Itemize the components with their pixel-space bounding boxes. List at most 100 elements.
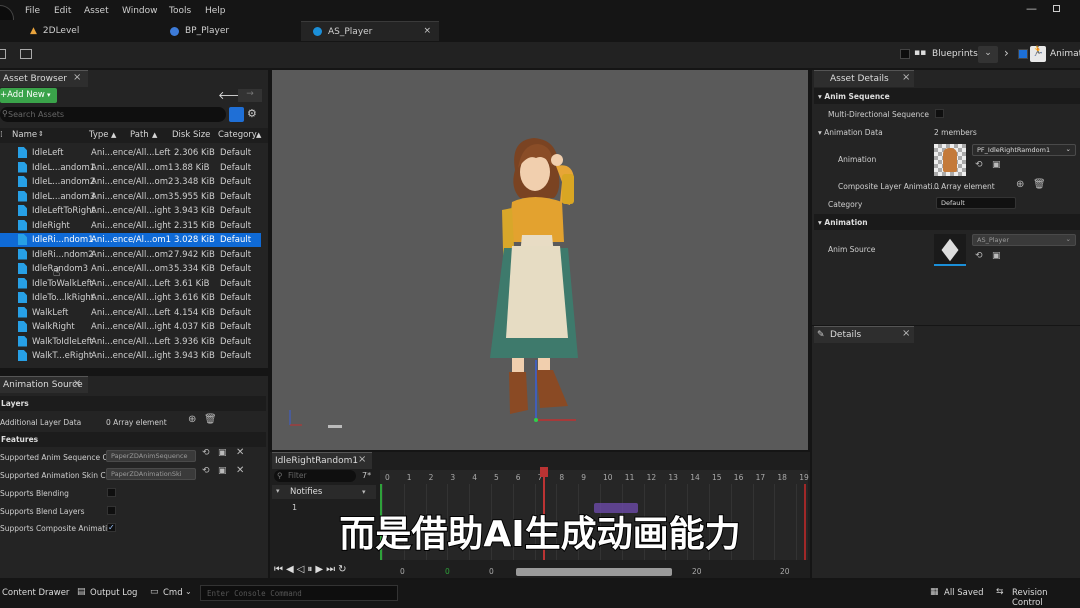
close-panel-icon[interactable]: × xyxy=(358,454,366,465)
range-end[interactable]: 20 xyxy=(780,567,790,576)
asset-row[interactable]: WalkToIdleLeft Ani...ence/All...Left 3.936… xyxy=(0,335,261,349)
features-section[interactable]: Features xyxy=(0,432,266,447)
animation-section[interactable]: ▾ Animation xyxy=(814,214,1080,230)
range-view-end[interactable]: 20 xyxy=(692,567,702,576)
reset-arrow-icon[interactable]: ⟲ xyxy=(202,466,210,476)
asset-row[interactable]: IdleL...andom1 Ani...ence/All...om1 3.88 K… xyxy=(0,161,261,175)
trash-icon[interactable]: 🗑 xyxy=(204,414,217,425)
minimize-icon[interactable]: — xyxy=(1026,2,1037,15)
asset-row[interactable]: IdleLeft Ani...ence/All...Left 2.306 KiB De… xyxy=(0,146,261,160)
all-saved-label[interactable]: All Saved xyxy=(944,588,984,598)
menu-window[interactable]: Window xyxy=(122,6,158,16)
animation-select[interactable]: PF_IdleRightRamdom1 ⌄ xyxy=(972,144,1076,156)
tab-2dlevel[interactable]: ▲ 2DLevel xyxy=(18,21,158,41)
asset-row[interactable]: WalkT...eRight Ani...ence/All...ight 3.943… xyxy=(0,349,261,363)
anim-seq-class-select[interactable]: PaperZDAnimSequence xyxy=(106,450,196,462)
close-panel-icon[interactable]: × xyxy=(902,328,910,339)
menu-edit[interactable]: Edit xyxy=(54,6,71,16)
range-start[interactable]: 0 xyxy=(400,567,405,576)
asset-row[interactable]: IdleL...andom2 Ani...ence/All...om2 3.348 … xyxy=(0,175,261,189)
asset-row[interactable]: IdleL...andom3 Ani...ence/All...om3 5.955 … xyxy=(0,190,261,204)
tab-as-player[interactable]: AS_Player × xyxy=(301,21,439,41)
anim-skin-class-select[interactable]: PaperZDAnimationSki xyxy=(106,468,196,480)
timeline-tab[interactable]: IdleRightRandom1 xyxy=(272,452,372,469)
close-panel-icon[interactable]: × xyxy=(73,72,81,83)
browse-folder-icon[interactable]: ▣ xyxy=(218,466,227,476)
skip-to-end-icon[interactable]: ⏭ xyxy=(326,564,338,575)
folder-filter-icon[interactable] xyxy=(229,107,244,122)
play-reverse-icon[interactable]: ◁ xyxy=(297,564,308,575)
skip-to-start-icon[interactable]: ⏮ xyxy=(274,564,286,575)
range-view-start[interactable]: 0 xyxy=(489,567,494,576)
running-person-icon[interactable]: 🏃 xyxy=(1030,46,1046,62)
console-command-input[interactable]: Enter Console Command xyxy=(200,585,398,601)
menu-tools[interactable]: Tools xyxy=(169,6,191,16)
forward-arrow-icon[interactable]: → xyxy=(238,89,262,102)
play-icon[interactable]: ▶ xyxy=(315,564,326,575)
asset-row[interactable]: IdleRight Ani...ence/All...ight 2.315 KiB D… xyxy=(0,219,261,233)
maximize-icon[interactable] xyxy=(1053,5,1060,12)
search-input[interactable]: ⚲ Search Assets xyxy=(0,107,226,122)
revision-control-button[interactable]: Revision Control xyxy=(1012,588,1080,608)
reset-arrow-icon[interactable]: ⟲ xyxy=(975,160,983,170)
close-tab-icon[interactable]: × xyxy=(423,26,431,36)
menu-asset[interactable]: Asset xyxy=(84,6,109,16)
asset-row[interactable]: IdleRandom3 Ani...ence/All...om3 5.334 KiB… xyxy=(0,262,261,276)
trash-icon[interactable]: 🗑 xyxy=(1033,179,1046,190)
close-panel-icon[interactable]: × xyxy=(73,378,81,389)
asset-row[interactable]: IdleTo...lkRight Ani...ence/All...ight 3.6… xyxy=(0,291,261,305)
blueprints-label[interactable]: Blueprints xyxy=(932,49,978,59)
notifies-track-header[interactable]: ▾ Notifies ▾ xyxy=(272,485,376,499)
output-log-button[interactable]: Output Log xyxy=(90,588,137,598)
browse-folder-icon[interactable]: ▣ xyxy=(992,160,1001,170)
col-name[interactable]: Name xyxy=(12,130,37,140)
browse-icon[interactable] xyxy=(20,49,32,59)
add-element-icon[interactable]: ⊕ xyxy=(188,414,196,425)
asset-row[interactable]: IdleToWalkLeft Ani...ence/All...Left 3.61 … xyxy=(0,277,261,291)
loop-icon[interactable]: ↻ xyxy=(338,564,349,575)
add-element-icon[interactable]: ⊕ xyxy=(1016,179,1024,190)
cmd-button[interactable]: Cmd xyxy=(163,588,183,598)
col-type[interactable]: Type xyxy=(89,130,109,140)
browse-folder-icon[interactable]: ▣ xyxy=(992,251,1001,261)
supports-blending-checkbox[interactable] xyxy=(107,488,116,497)
col-disk-size[interactable]: Disk Size xyxy=(172,130,210,140)
asset-details-tab[interactable]: Asset Details xyxy=(814,70,914,87)
col-category[interactable]: Category xyxy=(218,130,257,140)
anim-source-select[interactable]: AS_Player ⌄ xyxy=(972,234,1076,246)
clear-x-icon[interactable]: ✕ xyxy=(236,447,244,458)
playhead-handle[interactable] xyxy=(540,467,548,477)
reset-arrow-icon[interactable]: ⟲ xyxy=(202,448,210,458)
timeline-scrollbar[interactable] xyxy=(516,568,672,576)
clear-x-icon[interactable]: ✕ xyxy=(236,465,244,476)
layers-section[interactable]: Layers xyxy=(0,396,266,411)
asset-row[interactable]: IdleRi...ndom2 Ani...ence/All...om2 7.942 … xyxy=(0,248,261,262)
add-new-button[interactable]: +Add New ▾ xyxy=(0,88,57,103)
save-icon[interactable] xyxy=(0,49,6,59)
anim-source-thumbnail[interactable] xyxy=(934,234,966,266)
timeline-filter-input[interactable]: ⚲ Filter xyxy=(274,470,356,482)
menu-help[interactable]: Help xyxy=(205,6,226,16)
viewport[interactable] xyxy=(272,70,808,450)
anim-sequence-section[interactable]: ▾ Anim Sequence xyxy=(814,88,1080,104)
animation-mode-label[interactable]: Animati xyxy=(1050,49,1080,59)
multi-directional-checkbox[interactable] xyxy=(935,109,944,118)
tab-bp-player[interactable]: BP_Player xyxy=(158,21,300,41)
asset-row[interactable]: IdleLeftToRight Ani...ence/All...ight 3.94… xyxy=(0,204,261,218)
asset-row[interactable]: WalkLeft Ani...ence/All...Left 4.154 KiB De… xyxy=(0,306,261,320)
browse-folder-icon[interactable]: ▣ xyxy=(218,448,227,458)
blueprints-checkbox[interactable] xyxy=(900,49,910,59)
category-input[interactable]: Default xyxy=(936,197,1016,209)
menu-file[interactable]: File xyxy=(25,6,40,16)
blueprints-dropdown[interactable]: ⌄ xyxy=(978,46,998,63)
col-path[interactable]: Path xyxy=(130,130,149,140)
animation-checkbox[interactable] xyxy=(1018,49,1028,59)
asset-row[interactable]: IdleRi...ndom1 Ani...ence/Al...om1 3.028 K… xyxy=(0,233,261,247)
reset-arrow-icon[interactable]: ⟲ xyxy=(975,251,983,261)
close-panel-icon[interactable]: × xyxy=(902,72,910,83)
range-play-start[interactable]: 0 xyxy=(445,567,450,576)
settings-gear-icon[interactable]: ⚙ xyxy=(247,107,257,120)
step-back-icon[interactable]: ◀ xyxy=(286,564,297,575)
details-tab[interactable]: ✎ Details xyxy=(814,326,914,343)
content-drawer-button[interactable]: Content Drawer xyxy=(2,588,69,598)
